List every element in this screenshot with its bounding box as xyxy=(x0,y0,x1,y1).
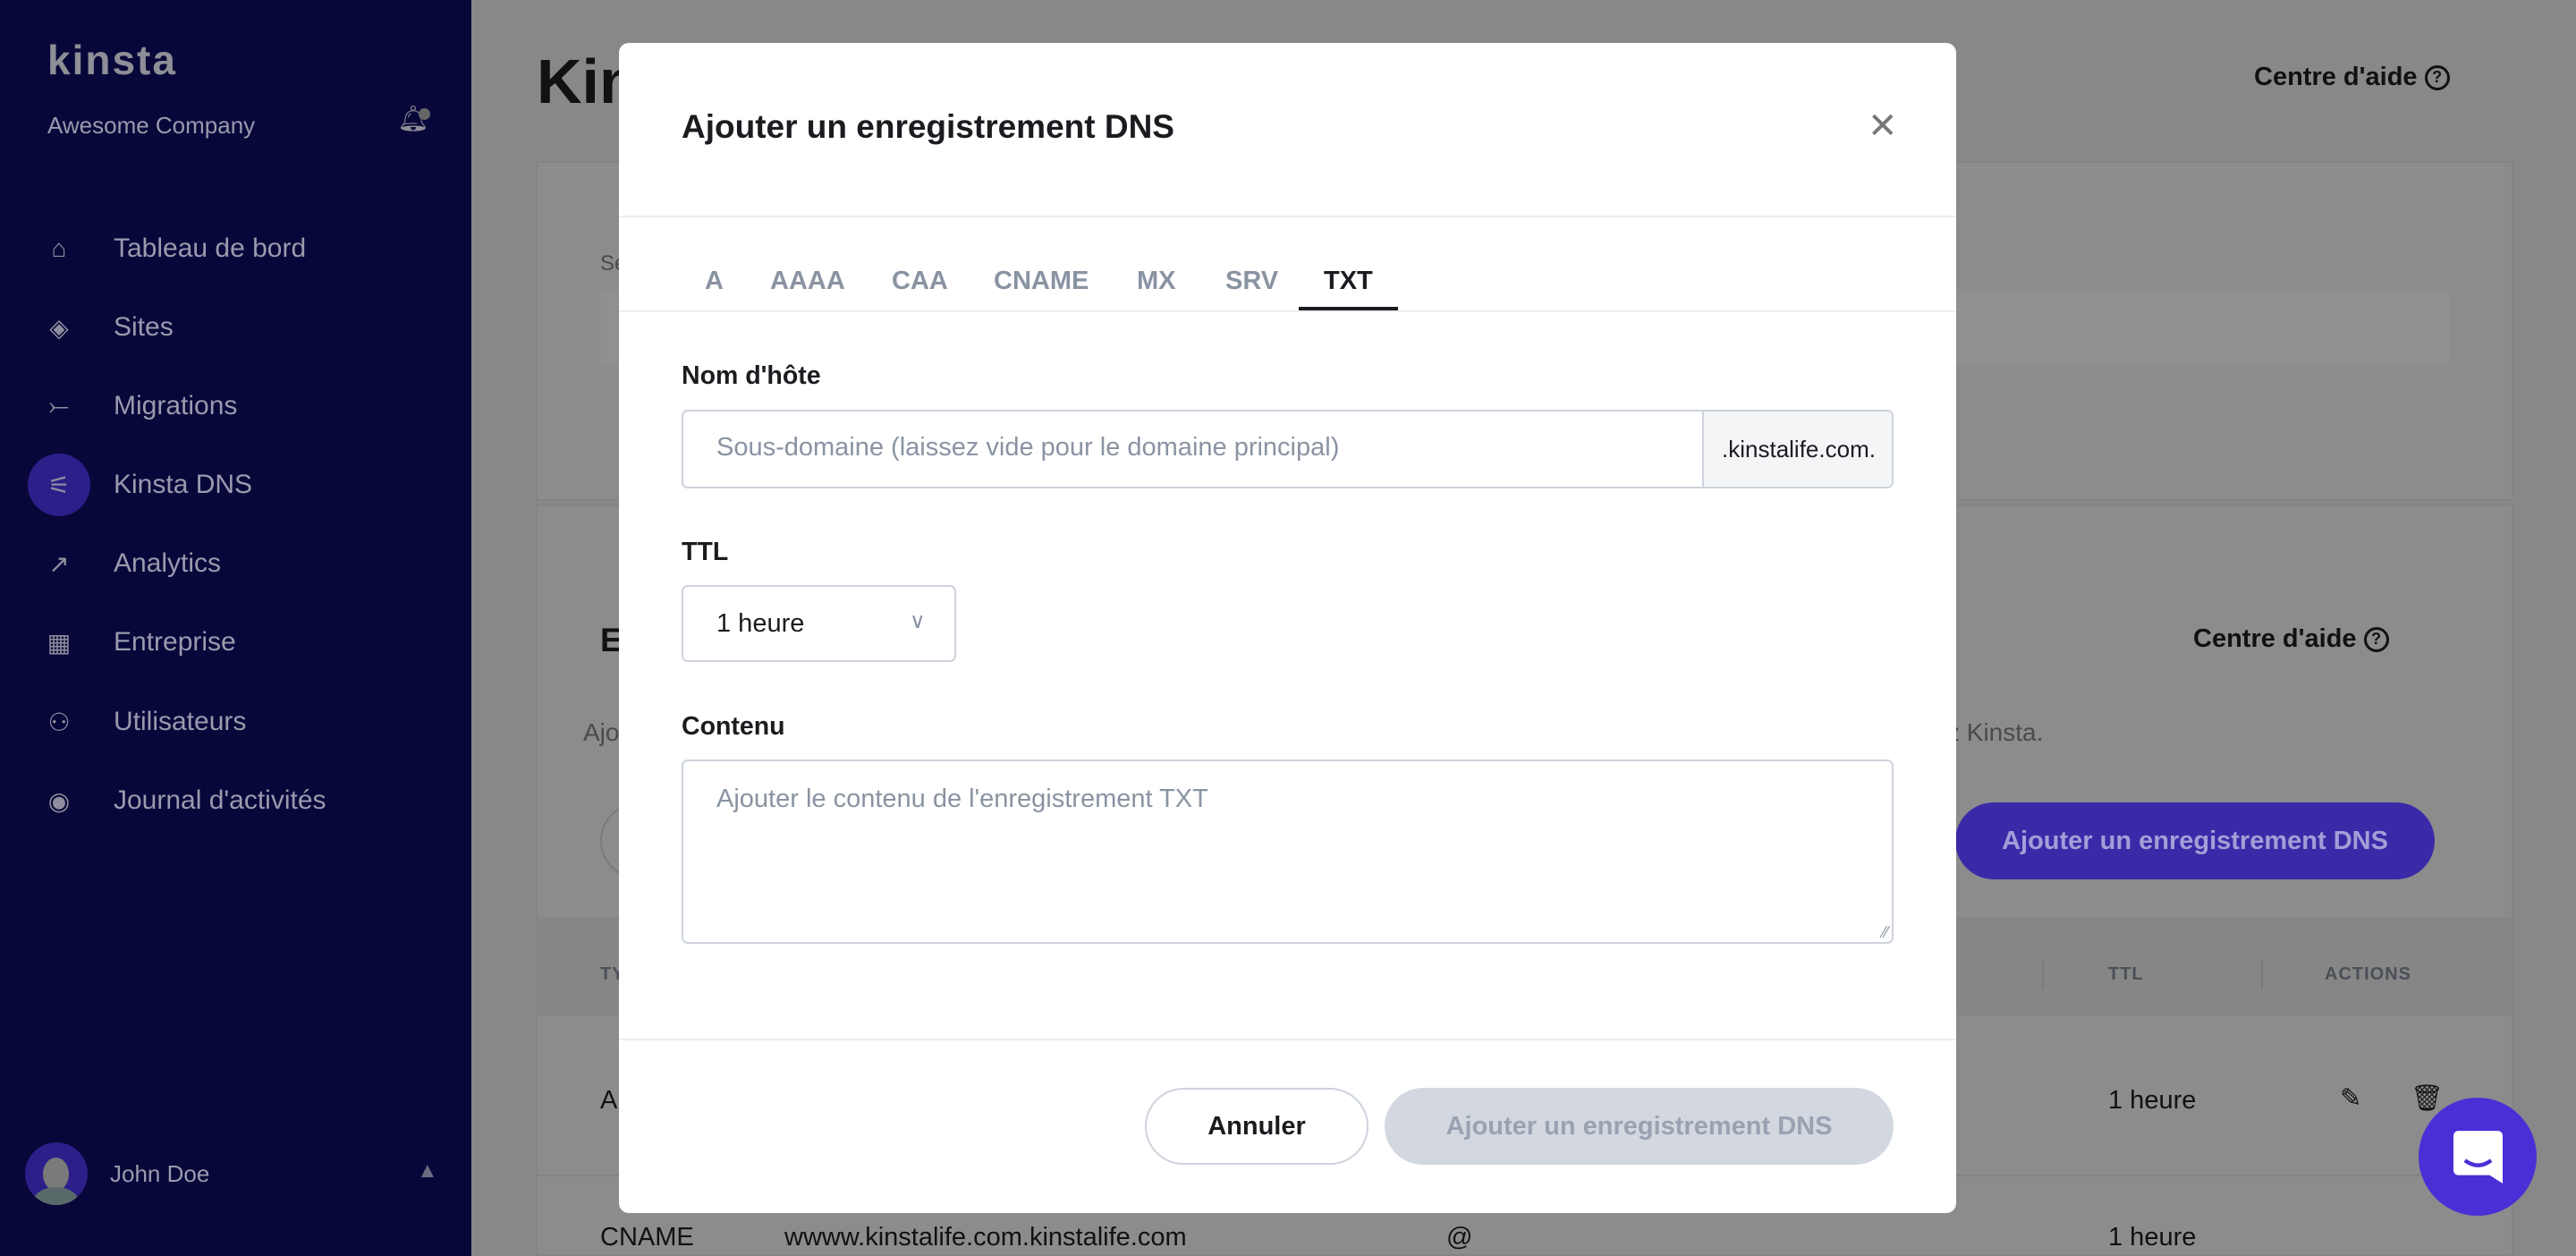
content-textarea[interactable]: Ajouter le contenu de l'enregistrement T… xyxy=(682,760,1894,944)
hostname-placeholder: Sous-domaine (laissez vide pour le domai… xyxy=(716,433,1340,462)
tab-a[interactable]: A xyxy=(705,267,724,310)
sidebar-item-sites[interactable]: ◈ Sites xyxy=(0,294,471,361)
add-dns-record-button[interactable]: Ajouter un enregistrement DNS xyxy=(1955,802,2435,879)
company-name[interactable]: Awesome Company xyxy=(47,112,255,140)
col-ttl: TTL xyxy=(2108,964,2144,984)
eye-icon: ◉ xyxy=(47,786,71,815)
close-icon[interactable]: ✕ xyxy=(1868,106,1898,147)
nav-label: Journal d'activités xyxy=(114,785,326,815)
sidebar-item-users[interactable]: ⚇ Utilisateurs xyxy=(0,689,471,755)
user-name[interactable]: John Doe xyxy=(110,1160,209,1188)
nav-label: Sites xyxy=(114,312,174,342)
nav-label: Analytics xyxy=(114,548,222,578)
sidebar-item-entreprise[interactable]: ▦ Entreprise xyxy=(0,609,471,675)
building-icon: ▦ xyxy=(47,628,72,657)
sidebar-item-kinsta-dns[interactable]: ⚟ Kinsta DNS xyxy=(0,452,471,518)
dns-icon: ⚟ xyxy=(28,454,90,516)
sidebar-item-migrations[interactable]: ⤚ Migrations xyxy=(0,373,471,439)
kinsta-logo[interactable]: kinsta xyxy=(47,36,177,84)
modal-title: Ajouter un enregistrement DNS xyxy=(682,108,1174,145)
sidebar-item-analytics[interactable]: ↗ Analytics xyxy=(0,530,471,597)
tab-txt[interactable]: TXT xyxy=(1299,267,1398,310)
ttl-select[interactable]: 1 heure ∨ xyxy=(682,585,956,662)
description-left: Ajo xyxy=(583,718,620,746)
question-icon: ? xyxy=(2424,64,2450,90)
tab-cname[interactable]: CNAME xyxy=(994,267,1089,310)
home-icon: ⌂ xyxy=(51,234,67,262)
nav-label: Migrations xyxy=(114,391,238,420)
layers-icon: ◈ xyxy=(49,313,69,342)
chevron-down-icon: ∨ xyxy=(910,609,926,633)
chevron-up-icon[interactable]: ▲ xyxy=(417,1158,438,1184)
help-center-link[interactable]: Centre d'aide? xyxy=(2254,63,2450,92)
content-placeholder: Ajouter le contenu de l'enregistrement T… xyxy=(716,785,1208,813)
hostname-field[interactable]: Sous-domaine (laissez vide pour le domai… xyxy=(682,410,1894,488)
help-label: Centre d'aide xyxy=(2254,63,2418,91)
nav-label: Kinsta DNS xyxy=(114,470,253,499)
chat-icon xyxy=(2453,1130,2503,1184)
trash-icon[interactable]: 🗑︎ xyxy=(2411,1084,2444,1114)
col-actions: ACTIONS xyxy=(2325,964,2411,984)
tab-caa[interactable]: CAA xyxy=(892,267,948,310)
add-dns-record-modal: Ajouter un enregistrement DNS ✕ A AAAA C… xyxy=(619,43,1956,1213)
pencil-icon[interactable]: ✎ xyxy=(2340,1084,2361,1114)
chat-button[interactable] xyxy=(2419,1098,2537,1216)
description-right: z Kinsta. xyxy=(1947,718,2044,746)
notification-dot xyxy=(419,108,430,120)
tab-srv[interactable]: SRV xyxy=(1225,267,1278,310)
ttl-label: TTL xyxy=(682,538,729,566)
sidebar-item-dashboard[interactable]: ⌂ Tableau de bord xyxy=(0,216,471,282)
cell-ttl: 1 heure xyxy=(2108,1086,2197,1115)
cell-value: @ xyxy=(1446,1223,1473,1252)
nav-label: Tableau de bord xyxy=(114,233,307,263)
tab-mx[interactable]: MX xyxy=(1137,267,1176,310)
migrations-icon: ⤚ xyxy=(48,391,70,420)
cell-ttl: 1 heure xyxy=(2108,1223,2197,1252)
trend-icon: ↗ xyxy=(48,549,70,578)
help-label: Centre d'aide xyxy=(2193,624,2357,653)
cell-type: CNAME xyxy=(600,1223,694,1252)
nav-label: Utilisateurs xyxy=(114,707,247,736)
hostname-suffix: .kinstalife.com. xyxy=(1702,412,1892,487)
question-icon: ? xyxy=(2363,626,2389,652)
nav-label: Entreprise xyxy=(114,627,236,657)
hostname-label: Nom d'hôte xyxy=(682,361,821,390)
cell-type: A xyxy=(600,1086,618,1115)
cell-name: wwww.kinstalife.com.kinstalife.com xyxy=(784,1223,1187,1252)
sidebar: kinsta Awesome Company 🔔︎ ⌂ Tableau de bo… xyxy=(0,0,471,1256)
avatar[interactable] xyxy=(25,1142,88,1205)
sidebar-item-activity-log[interactable]: ◉ Journal d'activités xyxy=(0,768,471,834)
app: kinsta Awesome Company 🔔︎ ⌂ Tableau de bo… xyxy=(0,0,2576,1256)
content-label: Contenu xyxy=(682,712,785,741)
section-help-link[interactable]: Centre d'aide? xyxy=(2193,624,2389,654)
cancel-button[interactable]: Annuler xyxy=(1145,1088,1368,1165)
tab-aaaa[interactable]: AAAA xyxy=(770,267,845,310)
resize-handle-icon[interactable]: ⁄⁄ xyxy=(1883,923,1888,942)
ttl-value: 1 heure xyxy=(716,609,805,638)
user-plus-icon: ⚇ xyxy=(47,708,71,736)
submit-button[interactable]: Ajouter un enregistrement DNS xyxy=(1385,1088,1894,1165)
